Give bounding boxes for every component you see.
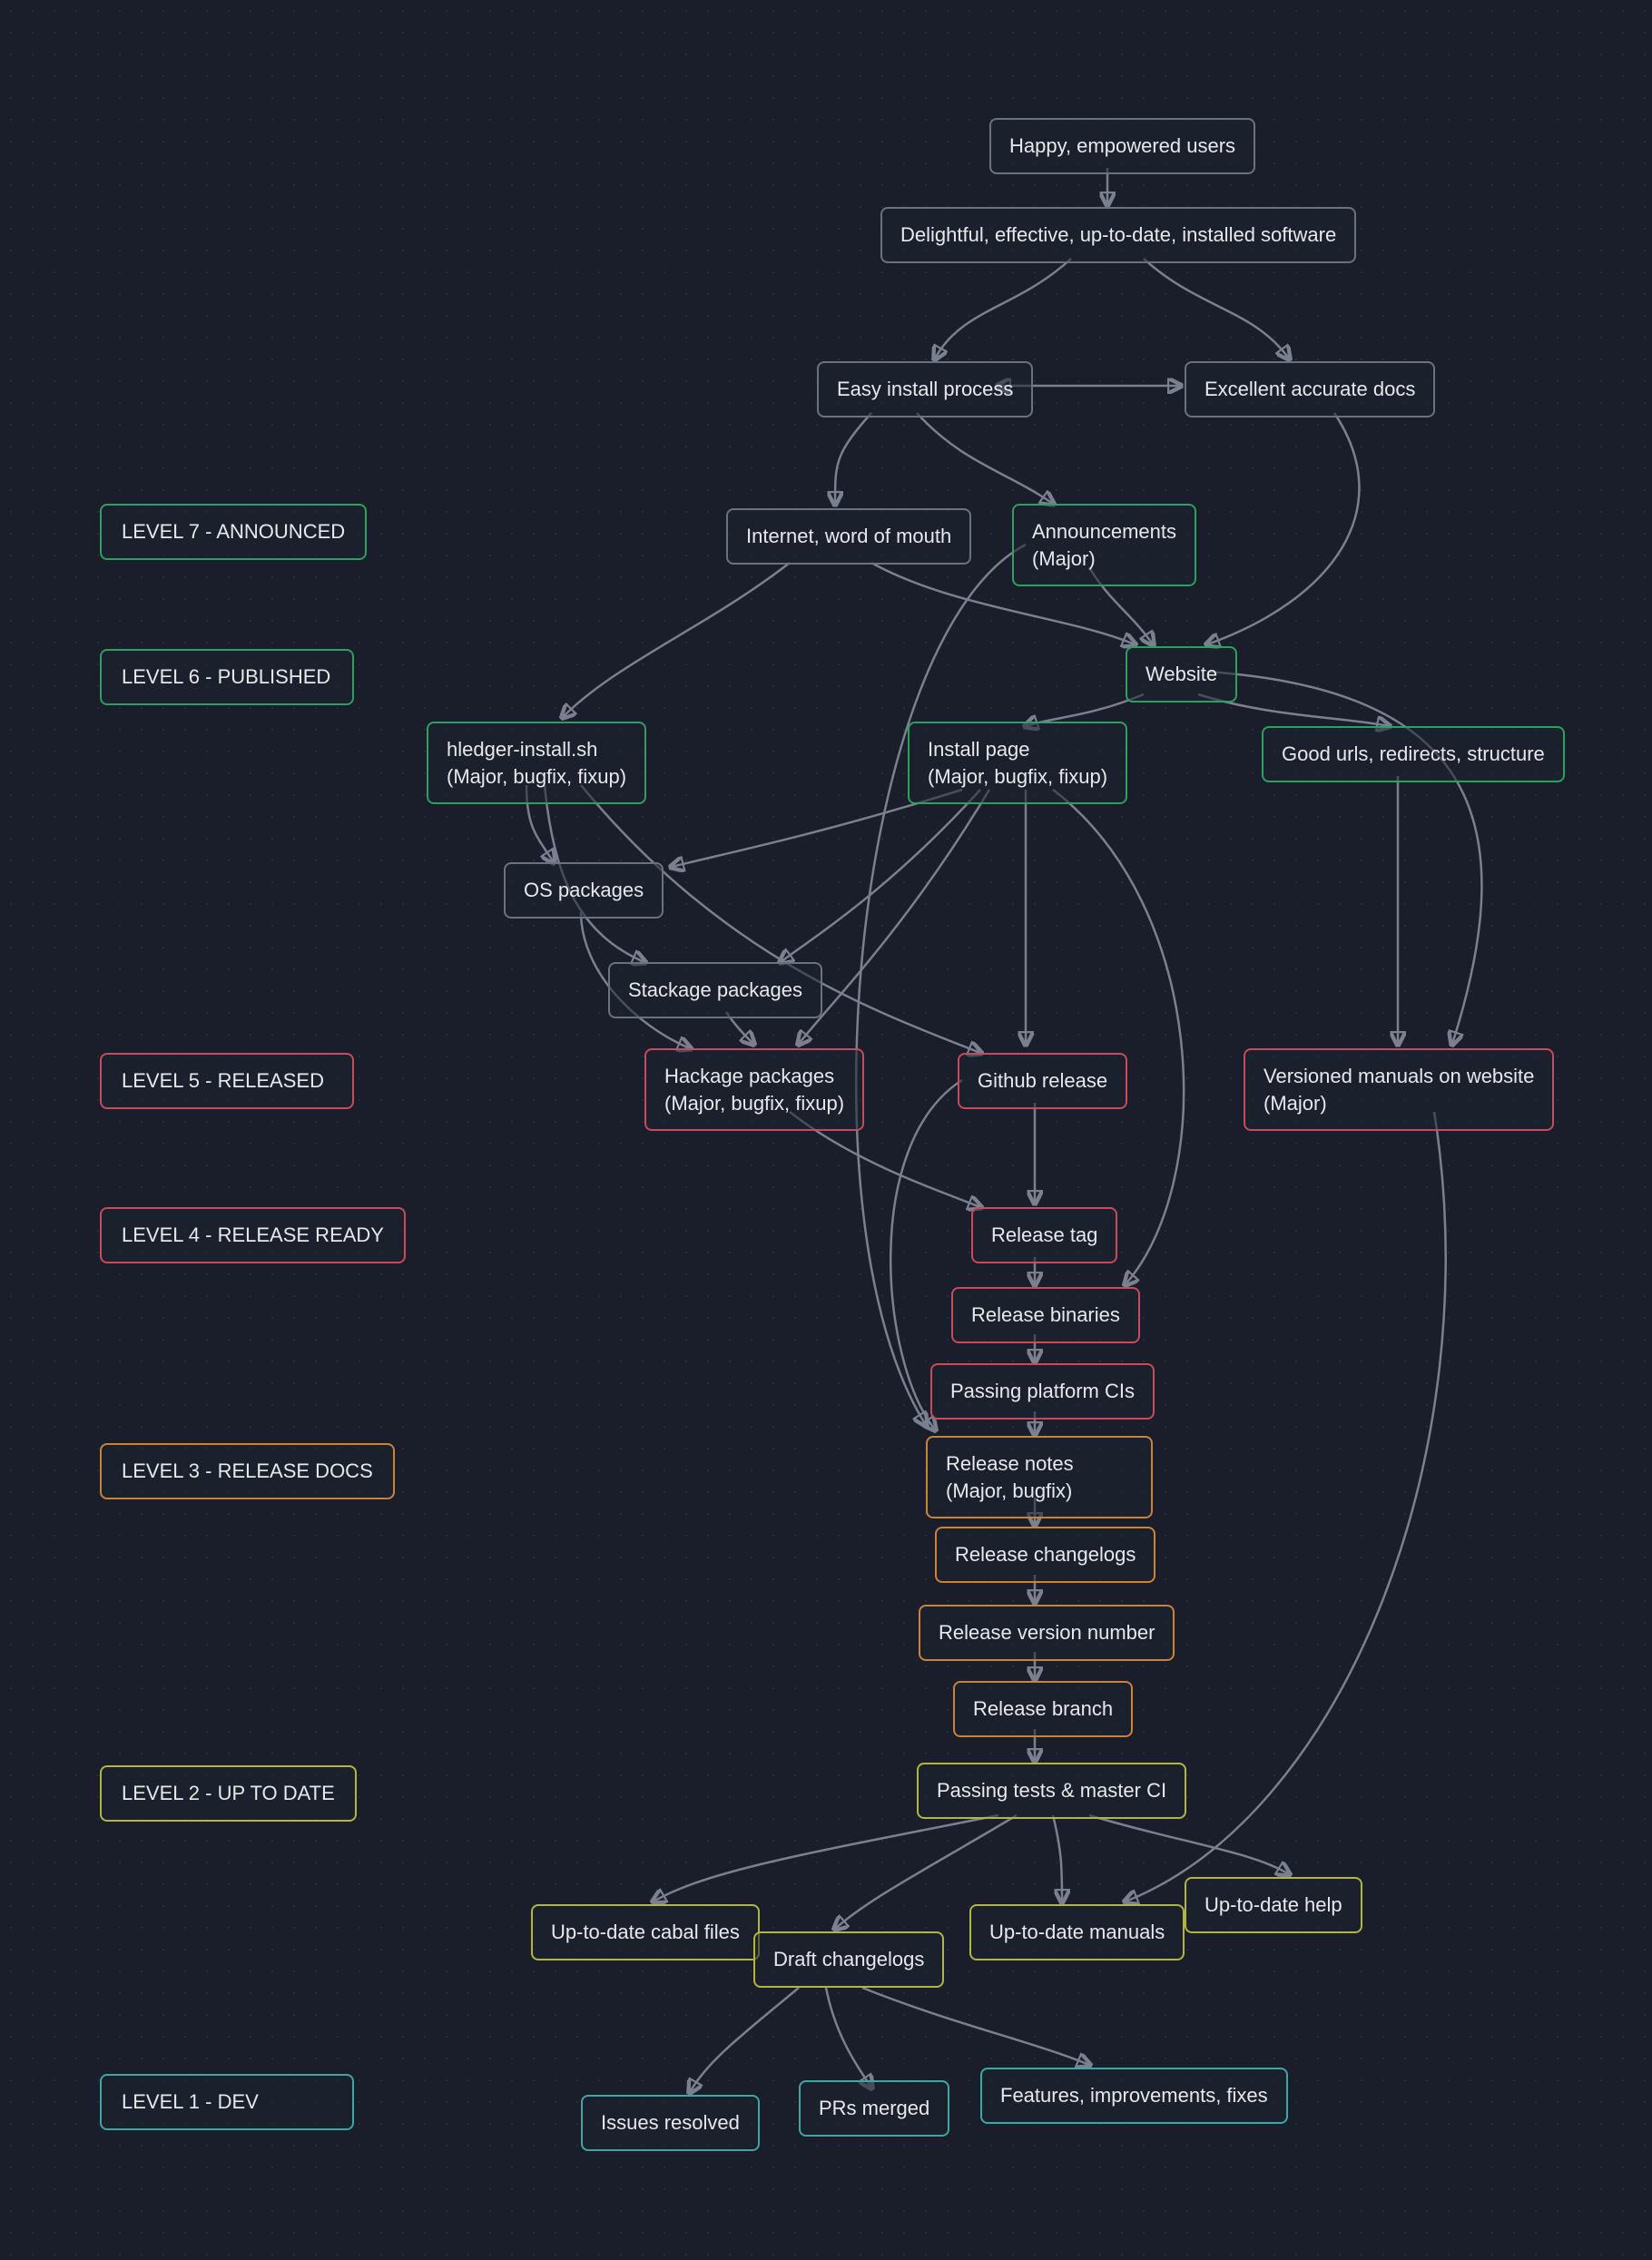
node-prs-merged: PRs merged xyxy=(799,2080,949,2137)
node-stackage-packages: Stackage packages xyxy=(608,962,822,1018)
level-1-label: LEVEL 1 - DEV xyxy=(100,2074,354,2130)
node-up-to-date-cabal-files: Up-to-date cabal files xyxy=(531,1904,760,1960)
node-features-improvements-fixes: Features, improvements, fixes xyxy=(980,2068,1288,2124)
node-release-tag: Release tag xyxy=(971,1207,1117,1263)
node-os-packages: OS packages xyxy=(504,862,664,919)
node-release-branch: Release branch xyxy=(953,1681,1133,1737)
node-announcements: Announcements (Major) xyxy=(1012,504,1196,586)
node-website: Website xyxy=(1126,646,1237,703)
level-6-label: LEVEL 6 - PUBLISHED xyxy=(100,649,354,705)
node-github-release: Github release xyxy=(958,1053,1127,1109)
node-passing-platform-cis: Passing platform CIs xyxy=(930,1363,1155,1420)
node-good-urls: Good urls, redirects, structure xyxy=(1262,726,1565,782)
level-4-label: LEVEL 4 - RELEASE READY xyxy=(100,1207,406,1263)
node-passing-tests-master-ci: Passing tests & master CI xyxy=(917,1763,1186,1819)
node-hledger-install-sh: hledger-install.sh (Major, bugfix, fixup… xyxy=(427,722,646,804)
level-2-label: LEVEL 2 - UP TO DATE xyxy=(100,1765,357,1822)
node-draft-changelogs: Draft changelogs xyxy=(753,1931,944,1988)
node-release-changelogs: Release changelogs xyxy=(935,1527,1155,1583)
node-internet-word-of-mouth: Internet, word of mouth xyxy=(726,508,971,565)
node-up-to-date-manuals: Up-to-date manuals xyxy=(969,1904,1185,1960)
node-release-binaries: Release binaries xyxy=(951,1287,1140,1343)
node-release-version-number: Release version number xyxy=(919,1605,1175,1661)
node-up-to-date-help: Up-to-date help xyxy=(1185,1877,1362,1933)
level-7-label: LEVEL 7 - ANNOUNCED xyxy=(100,504,367,560)
node-easy-install: Easy install process xyxy=(817,361,1033,418)
level-3-label: LEVEL 3 - RELEASE DOCS xyxy=(100,1443,395,1499)
node-release-notes: Release notes (Major, bugfix) xyxy=(926,1436,1153,1518)
node-delightful-software: Delightful, effective, up-to-date, insta… xyxy=(880,207,1356,263)
level-5-label: LEVEL 5 - RELEASED xyxy=(100,1053,354,1109)
node-hackage-packages: Hackage packages (Major, bugfix, fixup) xyxy=(644,1048,864,1131)
node-excellent-docs: Excellent accurate docs xyxy=(1185,361,1435,418)
node-issues-resolved: Issues resolved xyxy=(581,2095,760,2151)
node-happy-users: Happy, empowered users xyxy=(989,118,1255,174)
node-versioned-manuals: Versioned manuals on website (Major) xyxy=(1244,1048,1554,1131)
node-install-page: Install page (Major, bugfix, fixup) xyxy=(908,722,1127,804)
